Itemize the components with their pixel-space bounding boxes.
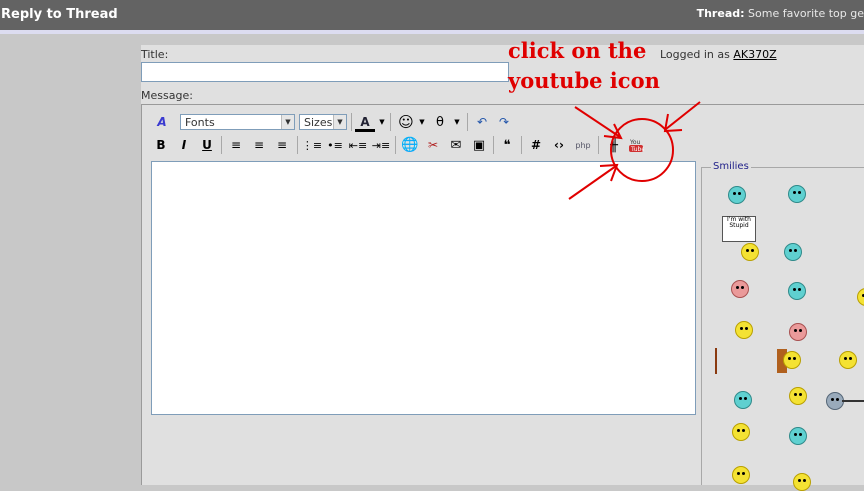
- annotation-arrow-line: [574, 106, 621, 138]
- annotation-arrow-line: [665, 101, 701, 130]
- annotation-marks: [568, 101, 701, 200]
- annotation-circle: [610, 118, 674, 182]
- annotation-arrow-line: [568, 165, 617, 200]
